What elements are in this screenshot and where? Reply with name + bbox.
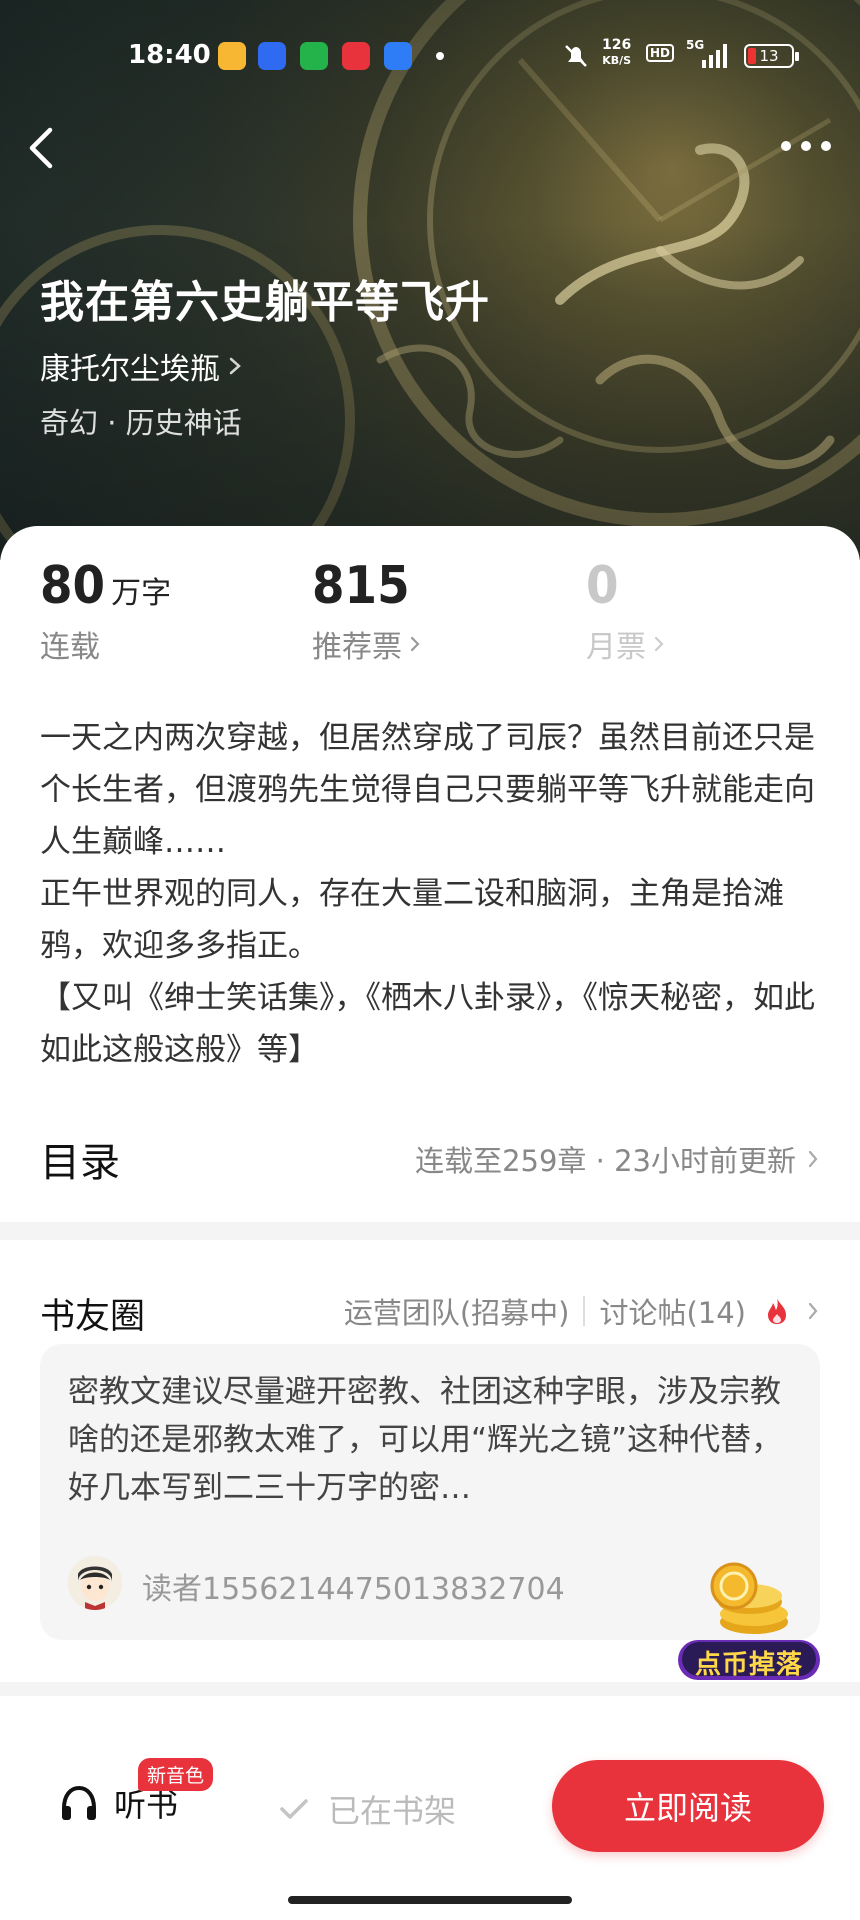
bottom-action-bar: 听书 新音色 已在书架 立即阅读 [0, 1730, 860, 1880]
more-dots-icon [781, 141, 831, 151]
headphones-icon [62, 1785, 96, 1820]
fire-icon [768, 1298, 786, 1324]
wechat-mini-icon [300, 42, 328, 70]
stat-recommend[interactable]: 815 推荐票 [312, 556, 422, 666]
in-shelf-status[interactable]: 已在书架 [278, 1786, 456, 1832]
monthly-count: 0 [586, 556, 619, 616]
new-voice-badge: 新音色 [138, 1758, 214, 1791]
link-divider [583, 1296, 586, 1326]
author-name: 康托尔尘埃瓶 [40, 352, 220, 387]
post-text: 密教文建议尽量避开密教、社团这种字眼，涉及宗教啥的还是邪教太难了，可以用“辉光之… [68, 1374, 783, 1506]
stat-monthly[interactable]: 0 月票 [586, 556, 666, 666]
circle-title: 书友圈 [40, 1297, 146, 1337]
net-speed: 126 KB/S [602, 38, 631, 68]
section-divider [0, 1682, 860, 1696]
recommend-label: 推荐票 [312, 630, 402, 665]
shelf-label: 已在书架 [328, 1792, 457, 1830]
hd-badge: HD [646, 44, 675, 62]
description-paragraph: 正午世界观的同人，存在大量二设和脑洞，主角是拾滩鸦，欢迎多多指正。 [40, 876, 784, 964]
baidu-icon [258, 42, 286, 70]
chevron-right-icon [654, 636, 664, 652]
notification-dot [436, 52, 444, 60]
battery-level: 13 [759, 47, 779, 65]
net-speed-unit: KB/S [602, 54, 632, 67]
net-speed-value: 126 [602, 37, 632, 53]
toc-title: 目录 [40, 1140, 120, 1186]
xiaohongshu-icon [342, 42, 370, 70]
read-now-label: 立即阅读 [623, 1789, 752, 1827]
check-icon [280, 1799, 308, 1819]
recommend-count: 815 [312, 556, 410, 616]
status-time: 18:40 [128, 40, 211, 70]
ops-team-link[interactable]: 运营团队(招募中) [344, 1290, 570, 1332]
battery-indicator: 13 [744, 44, 799, 68]
author-link[interactable]: 康托尔尘埃瓶 [40, 344, 244, 388]
book-title: 我在第六史躺平等飞升 [40, 277, 490, 328]
post-username[interactable]: 读者1556214475013832704 [142, 1564, 565, 1608]
description-paragraph: 【又叫《绅士笑话集》，《栖木八卦录》，《惊天秘密，如此如此这般这般》等】 [40, 980, 815, 1068]
serial-status: 连载 [40, 630, 100, 665]
section-divider [0, 1222, 860, 1240]
toc-update-info: 连载至259章 · 23小时前更新 [415, 1144, 796, 1178]
chevron-right-icon [808, 1150, 818, 1168]
signal-bars-icon [702, 44, 727, 68]
monthly-label: 月票 [586, 630, 646, 665]
user-avatar-icon [68, 1556, 122, 1610]
more-button[interactable] [776, 126, 836, 166]
description-paragraph: 一天之内两次穿越，但居然穿成了司辰？虽然目前还只是个长生者，但渡鸦先生觉得自己只… [40, 720, 815, 860]
chevron-right-icon [229, 357, 241, 375]
chevron-right-icon [410, 636, 420, 652]
table-of-contents-row[interactable]: 目录 连载至259章 · 23小时前更新 [40, 1130, 820, 1190]
book-description[interactable]: 一天之内两次穿越，但居然穿成了司辰？虽然目前还只是个长生者，但渡鸦先生觉得自己只… [40, 712, 820, 1076]
coin-drop-label: 点币掉落 [694, 1650, 803, 1680]
discussion-link[interactable]: 讨论帖(14) [599, 1290, 746, 1332]
word-count: 80 [40, 556, 106, 616]
back-button[interactable] [20, 120, 64, 176]
browser-icon [384, 42, 412, 70]
stat-words: 80 万字 连载 [40, 556, 171, 666]
book-circle-header: 书友圈 运营团队(招募中) 讨论帖(14) [40, 1282, 820, 1337]
coin-drop-badge[interactable]: 点币掉落 [676, 1556, 822, 1682]
weibo-icon [218, 42, 246, 70]
book-genre: 奇幻 · 历史神话 [40, 406, 242, 440]
chevron-left-icon [29, 127, 53, 169]
status-bar: 18:40 126 KB/S HD 5G 13 [0, 30, 860, 80]
word-count-unit: 万字 [111, 576, 172, 611]
read-now-button[interactable]: 立即阅读 [552, 1760, 824, 1852]
chevron-right-icon[interactable] [806, 1300, 820, 1322]
avatar[interactable] [68, 1556, 122, 1610]
mute-bell-icon [565, 45, 587, 67]
home-indicator[interactable] [288, 1896, 572, 1904]
